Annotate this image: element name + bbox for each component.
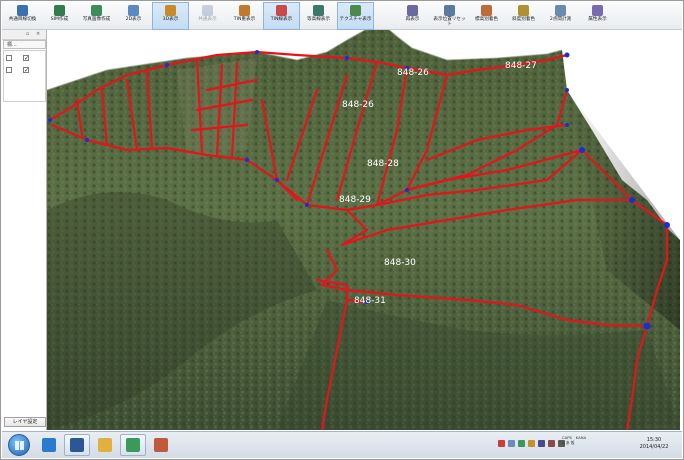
3d-view-button[interactable]: 3D表示 [152, 2, 189, 30]
parcel-label: 848-27 [505, 61, 537, 71]
blank-button [374, 2, 394, 30]
refresh-button[interactable]: 再表示 [394, 2, 431, 30]
tray-app-icon[interactable] [548, 440, 555, 447]
toolbar-button-label: 等高線表示 [307, 17, 330, 22]
view-switch-icon [17, 5, 28, 16]
parcel-label: 848-29 [339, 195, 371, 205]
attribute-icon [592, 5, 603, 16]
3d-icon [165, 5, 176, 16]
parcel-label: 848-31 [354, 296, 386, 306]
measure-icon [555, 5, 566, 16]
app-icon [154, 438, 168, 452]
terrain-svg: 848-26 848-26 848-27 848-28 848-29 848-3… [47, 30, 680, 430]
layer-checkbox[interactable]: ✓ [23, 67, 29, 74]
toolbar-button-label: 斜度別着色 [512, 17, 535, 22]
slope-color-icon [518, 5, 529, 16]
pin-icon[interactable]: ▫ [26, 32, 31, 37]
toolbar-button-label: 再表示 [405, 17, 420, 22]
clock-date: 2014/04/22 [639, 444, 669, 450]
toolbar-button-label: 標高別着色 [475, 17, 498, 22]
2d-view-button[interactable]: 2D表示 [115, 2, 152, 30]
sim-create-button[interactable]: SIM作成 [41, 2, 78, 30]
toolbar-button-label: 写真画像作成 [82, 17, 111, 22]
tin-line-icon [276, 5, 287, 16]
os-taskbar: CAPS KANA A あ 般 15:30 2014/04/22 [2, 431, 682, 458]
common-view-icon [202, 5, 213, 16]
main-toolbar: 共通目線切換 SIM作成 写真画像作成 2D表示 3D表示 共通表示 TIN重表… [2, 2, 682, 30]
clock-time: 15:30 [646, 437, 662, 443]
toolbar-button-label: テクスチャ表示 [339, 17, 372, 22]
panel-header: ▫ × [2, 30, 46, 40]
taskbar-app-explorer[interactable] [92, 434, 118, 456]
ime-icon[interactable] [508, 440, 515, 447]
toolbar-button-label: SIM作成 [50, 17, 69, 22]
layer-list: ✓ ✓ [3, 50, 46, 102]
parcel-label: 848-30 [384, 258, 416, 268]
contour-icon [313, 5, 324, 16]
common-view-button[interactable]: 共通表示 [189, 2, 226, 30]
tin-surface-button[interactable]: TIN重表示 [226, 2, 263, 30]
toolbar-button-label: 2D表示 [125, 17, 142, 22]
toolbar-button-label: TIN重表示 [233, 17, 256, 22]
app-icon [126, 438, 140, 452]
photo-icon [91, 5, 102, 16]
tin-icon [239, 5, 250, 16]
toolbar-button-label: 3D表示 [162, 17, 179, 22]
layer-checkbox[interactable] [6, 55, 12, 61]
ime-line: A あ 般 [562, 439, 575, 445]
photo-create-button[interactable]: 写真画像作成 [78, 2, 115, 30]
refresh-icon [407, 5, 418, 16]
ime-status[interactable]: CAPS KANA A あ 般 [562, 435, 596, 445]
close-icon[interactable]: × [36, 32, 41, 37]
toolbar-button-label: 共通表示 [198, 17, 217, 22]
tray-app-icon[interactable] [538, 440, 545, 447]
layer-checkbox[interactable] [6, 67, 12, 73]
folder-icon [98, 438, 112, 452]
taskbar-app-ie[interactable] [36, 434, 62, 456]
texture-icon [350, 5, 361, 16]
toolbar-button-label: TIN線表示 [270, 17, 293, 22]
taskbar-app-a[interactable] [120, 434, 146, 456]
parcel-label: 848-28 [367, 159, 399, 169]
word-icon [70, 438, 84, 452]
measure-button[interactable]: 2点間計測 [542, 2, 579, 30]
panel-tab[interactable]: 標... [3, 40, 46, 49]
toolbar-button-label: 属性表示 [588, 17, 607, 22]
volume-icon[interactable] [528, 440, 535, 447]
system-tray [498, 440, 565, 447]
toolbar-button-label: 共通目線切換 [8, 17, 37, 22]
start-button[interactable] [8, 434, 30, 456]
texture-button[interactable]: テクスチャ表示 [337, 2, 374, 30]
notification-icon[interactable] [498, 440, 505, 447]
toolbar-button-label: 表示位置リセット [433, 17, 466, 27]
slope-color-button[interactable]: 斜度別着色 [505, 2, 542, 30]
browser-icon [42, 438, 56, 452]
elevation-color-icon [481, 5, 492, 16]
toolbar-button-label: 2点間計測 [549, 17, 572, 22]
contour-button[interactable]: 等高線表示 [300, 2, 337, 30]
parcel-label: 848-26 [397, 68, 429, 78]
network-icon[interactable] [518, 440, 525, 447]
layer-checkbox[interactable]: ✓ [23, 55, 29, 62]
2d-icon [128, 5, 139, 16]
elevation-color-button[interactable]: 標高別着色 [468, 2, 505, 30]
reset-view-icon [444, 5, 455, 16]
view-switch-button[interactable]: 共通目線切換 [4, 2, 41, 30]
taskbar-app-b[interactable] [148, 434, 174, 456]
3d-terrain-view[interactable]: 848-26 848-26 848-27 848-28 848-29 848-3… [47, 30, 680, 430]
layer-panel: ▫ × 標... ✓ ✓ レイヤ設定 [2, 30, 47, 430]
reset-view-button[interactable]: 表示位置リセット [431, 2, 468, 30]
sim-icon [54, 5, 65, 16]
map-credit: CAP (NEW) (C3) [644, 424, 676, 429]
tin-line-button[interactable]: TIN線表示 [263, 2, 300, 30]
parcel-label: 848-26 [342, 100, 374, 110]
layer-settings-button[interactable]: レイヤ設定 [4, 417, 46, 427]
attribute-button[interactable]: 属性表示 [579, 2, 616, 30]
taskbar-app-word[interactable] [64, 434, 90, 456]
clock[interactable]: 15:30 2014/04/22 [634, 437, 674, 451]
